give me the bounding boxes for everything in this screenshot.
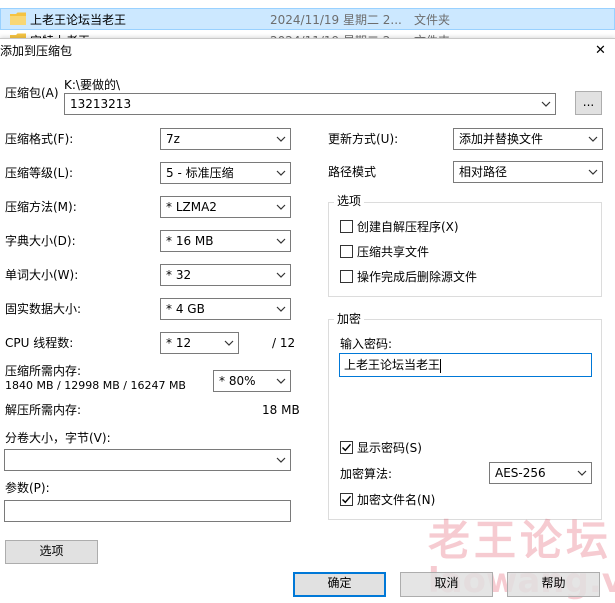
mem-compress-select[interactable]: * 80% xyxy=(213,370,291,392)
word-label: 单词大小(W): xyxy=(5,268,79,282)
dialog-title: 添加到压缩包 xyxy=(0,44,73,58)
chevron-down-icon xyxy=(276,377,286,385)
threads-label: CPU 线程数: xyxy=(5,336,74,350)
chevron-down-icon xyxy=(276,271,286,279)
chevron-down-icon xyxy=(276,456,286,464)
cancel-button[interactable]: 取消 xyxy=(400,572,493,597)
shared-files-label: 压缩共享文件 xyxy=(357,245,430,259)
format-value: 7z xyxy=(166,132,180,146)
method-label: 压缩方法(M): xyxy=(5,200,77,214)
chevron-down-icon xyxy=(577,469,587,477)
update-label: 更新方式(U): xyxy=(328,132,399,146)
chevron-down-icon xyxy=(276,237,286,245)
mem-compress-label: 压缩所需内存: xyxy=(5,364,82,378)
threads-max: / 12 xyxy=(272,336,296,350)
archive-label: 压缩包(A) xyxy=(5,86,59,100)
watermark-text: 老王论坛 xyxy=(428,516,613,565)
mem-compress-detail: 1840 MB / 12998 MB / 16247 MB xyxy=(5,379,186,392)
ok-button[interactable]: 确定 xyxy=(293,572,386,597)
chevron-down-icon xyxy=(588,135,598,143)
options-group-title: 选项 xyxy=(334,194,365,208)
method-select[interactable]: * LZMA2 xyxy=(160,196,291,218)
encrypt-names-option[interactable]: 加密文件名(N) xyxy=(340,492,490,508)
encryption-method-value: AES-256 xyxy=(495,466,546,480)
chevron-down-icon xyxy=(224,339,234,347)
chevron-down-icon xyxy=(276,305,286,313)
options-button[interactable]: 选项 xyxy=(5,540,98,564)
mem-compress-value: * 80% xyxy=(219,374,256,388)
delete-source-option[interactable]: 操作完成后删除源文件 xyxy=(340,269,560,285)
browse-button[interactable]: ... xyxy=(575,91,602,115)
chevron-down-icon xyxy=(276,203,286,211)
volume-label: 分卷大小，字节(V): xyxy=(5,431,111,445)
dict-label: 字典大小(D): xyxy=(5,234,76,248)
show-password-option[interactable]: 显示密码(S) xyxy=(340,440,490,456)
encryption-method-label: 加密算法: xyxy=(340,467,393,481)
format-label: 压缩格式(F): xyxy=(5,132,74,146)
close-icon[interactable]: ✕ xyxy=(595,43,606,59)
encrypt-names-label: 加密文件名(N) xyxy=(357,493,436,507)
password-value: 上老王论坛当老王 xyxy=(344,358,441,372)
archive-path: K:\要做的\ xyxy=(64,78,120,92)
encryption-group-title: 加密 xyxy=(334,312,365,326)
encrypt-names-checkbox[interactable] xyxy=(340,493,353,506)
check-icon xyxy=(342,443,352,452)
show-password-label: 显示密码(S) xyxy=(357,441,422,455)
path-mode-value: 相对路径 xyxy=(459,165,508,179)
password-label: 输入密码: xyxy=(340,337,393,351)
path-mode-select[interactable]: 相对路径 xyxy=(453,161,603,183)
params-input[interactable] xyxy=(4,500,291,522)
password-input[interactable]: 上老王论坛当老王 xyxy=(339,353,592,377)
sfx-label: 创建自解压程序(X) xyxy=(357,220,459,234)
mem-decompress-value: 18 MB xyxy=(262,403,300,417)
show-password-checkbox[interactable] xyxy=(340,441,353,454)
solid-label: 固实数据大小: xyxy=(5,302,82,316)
explorer-list: 上老王论坛当老王 2024/11/19 星期二 2... 文件夹 宝特上老王 2… xyxy=(0,0,615,48)
threads-select[interactable]: * 12 xyxy=(160,332,239,354)
shared-files-checkbox[interactable] xyxy=(340,245,353,258)
shared-files-option[interactable]: 压缩共享文件 xyxy=(340,244,540,260)
threads-value: * 12 xyxy=(166,336,192,350)
explorer-row-type: 文件夹 xyxy=(414,13,451,27)
dict-value: * 16 MB xyxy=(166,234,214,248)
chevron-down-icon xyxy=(276,135,286,143)
add-to-archive-dialog: 添加到压缩包 ✕ 压缩包(A) K:\要做的\ 13213213 ... 压缩格… xyxy=(0,38,615,603)
delete-source-checkbox[interactable] xyxy=(340,270,353,283)
explorer-row-name: 上老王论坛当老王 xyxy=(30,13,127,27)
params-label: 参数(P): xyxy=(5,481,50,495)
encryption-method-select[interactable]: AES-256 xyxy=(489,462,592,484)
mem-decompress-label: 解压所需内存: xyxy=(5,403,82,417)
word-select[interactable]: * 32 xyxy=(160,264,291,286)
solid-select[interactable]: * 4 GB xyxy=(160,298,291,320)
format-select[interactable]: 7z xyxy=(160,128,291,150)
update-value: 添加并替换文件 xyxy=(459,132,544,146)
help-button[interactable]: 帮助 xyxy=(507,572,600,597)
level-value: 5 - 标准压缩 xyxy=(166,166,234,180)
sfx-option[interactable]: 创建自解压程序(X) xyxy=(340,219,540,235)
explorer-row-date: 2024/11/19 星期二 2... xyxy=(270,13,402,27)
update-select[interactable]: 添加并替换文件 xyxy=(453,128,603,150)
archive-name-combo[interactable]: 13213213 xyxy=(64,93,556,115)
level-label: 压缩等级(L): xyxy=(5,166,74,180)
word-value: * 32 xyxy=(166,268,192,282)
chevron-down-icon xyxy=(276,169,286,177)
chevron-down-icon xyxy=(541,100,551,108)
check-icon xyxy=(342,495,352,504)
sfx-checkbox[interactable] xyxy=(340,220,353,233)
volume-combo[interactable] xyxy=(4,449,291,471)
folder-icon xyxy=(10,12,26,25)
method-value: * LZMA2 xyxy=(166,200,217,214)
text-caret xyxy=(440,358,442,373)
path-mode-label: 路径模式 xyxy=(328,165,377,179)
delete-source-label: 操作完成后删除源文件 xyxy=(357,270,478,284)
archive-name-value: 13213213 xyxy=(70,97,132,111)
solid-value: * 4 GB xyxy=(166,302,205,316)
dict-select[interactable]: * 16 MB xyxy=(160,230,291,252)
chevron-down-icon xyxy=(588,168,598,176)
level-select[interactable]: 5 - 标准压缩 xyxy=(160,162,291,184)
